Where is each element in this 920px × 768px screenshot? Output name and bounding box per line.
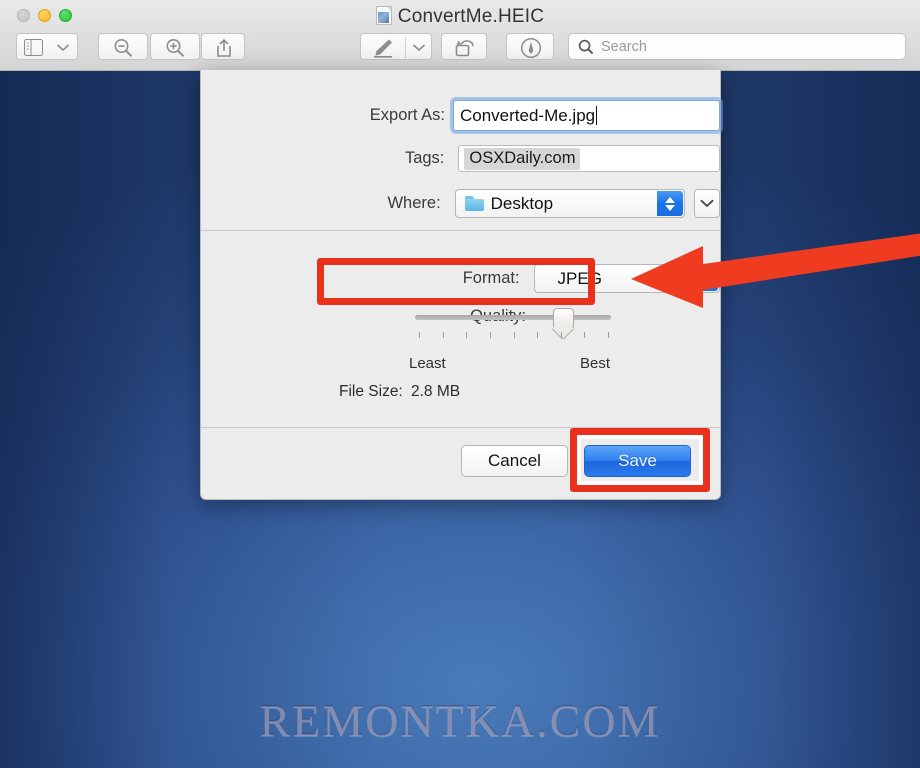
search-field[interactable]: Search [568,33,906,60]
tick [513,332,515,338]
chevron-up-icon [665,196,676,203]
annotate-button[interactable] [506,33,554,60]
where-value: Desktop [490,193,554,213]
where-popup-button[interactable]: Desktop [454,189,686,218]
window-title-label: ConvertMe.HEIC [397,6,545,27]
export-as-value: Converted-Me.jpg [460,105,596,125]
format-popup-button[interactable]: JPEG [533,264,720,293]
tick [584,332,586,338]
text-caret [596,106,598,125]
quality-slider-knob[interactable] [553,308,574,328]
tick [608,332,609,338]
zoom-in-icon [166,39,185,57]
export-as-row: Export As: Converted-Me.jpg [201,100,720,131]
chevron-down-icon [57,44,69,52]
chevron-down-icon [700,279,710,286]
markup-pen-icon [374,39,392,58]
sidebar-toggle-button[interactable] [16,33,78,60]
where-row: Where: Desktop [201,189,720,218]
chevron-down-icon [700,199,714,208]
search-placeholder: Search [601,38,647,55]
save-button-label: Save [618,451,657,470]
zoom-out-button[interactable] [98,33,148,60]
format-value: JPEG [557,268,602,288]
tick [442,332,444,338]
tick [537,332,539,338]
save-button[interactable]: Save [584,445,691,477]
export-as-label: Export As: [369,106,445,124]
stepper-updown-icon[interactable] [692,266,718,291]
quality-slider-track[interactable] [415,315,611,320]
tick [466,332,468,338]
quality-least-label: Least [409,355,446,372]
quality-best-label: Best [580,355,611,372]
cancel-button-label: Cancel [488,451,541,470]
rotate-left-icon [455,40,474,57]
tags-label: Tags: [404,149,445,167]
tick [419,332,420,338]
share-icon [217,38,231,57]
markup-divider [405,37,406,58]
file-size-value: 2.8 MB [411,383,461,400]
expand-browser-button[interactable] [694,189,720,218]
tags-row: Tags: OSXDaily.com [201,145,720,172]
share-button[interactable] [201,33,245,60]
where-label: Where: [387,194,441,212]
export-sheet-dialog: Export As: Converted-Me.jpg Tags: OSXDai… [200,70,721,500]
tick [489,332,491,338]
sidebar-icon [24,39,43,56]
tag-chip[interactable]: OSXDaily.com [464,147,581,170]
tick [560,332,562,338]
search-icon [578,39,594,54]
heic-document-icon [375,6,392,25]
toolbar: Search [0,32,920,68]
tags-input[interactable]: OSXDaily.com [458,145,720,172]
window-title-bar-text: ConvertMe.HEIC [0,6,920,28]
stepper-updown-icon[interactable] [657,191,684,216]
format-label: Format: [462,269,520,287]
zoom-in-button[interactable] [150,33,200,60]
window-titlebar: ConvertMe.HEIC Search [0,0,920,71]
export-as-input[interactable]: Converted-Me.jpg [453,100,720,131]
quality-slider-ticks [419,332,609,338]
chevron-down-icon [665,204,676,211]
sheet-divider-bottom [201,427,720,428]
markup-button[interactable] [360,33,432,60]
sheet-divider-top [201,230,720,231]
rotate-button[interactable] [441,33,487,60]
zoom-out-icon [114,39,133,57]
file-size-label: File Size: [339,383,403,400]
chevron-down-icon [413,44,425,52]
chevron-up-icon [700,271,710,278]
screen-root: REMONTKA.COM ConvertMe.HEIC Search Expor… [0,0,920,768]
annotate-circle-icon [520,37,542,59]
cancel-button[interactable]: Cancel [461,445,568,477]
folder-icon [464,196,484,211]
format-row: Format: JPEG [201,264,720,293]
